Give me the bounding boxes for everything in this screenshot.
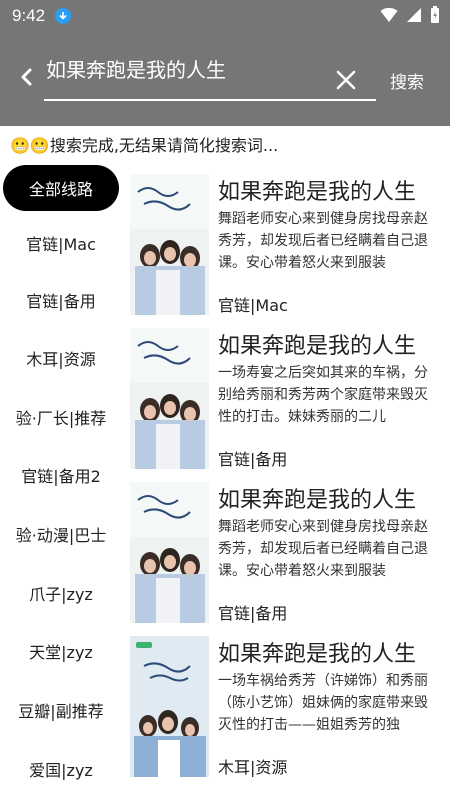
- result-title: 如果奔跑是我的人生: [218, 488, 417, 513]
- result-source: 官链|备用: [218, 450, 288, 469]
- battery-icon: [431, 6, 439, 23]
- result-description: 一场寿宴之后突如其来的车祸，分别给秀丽和秀芳两个家庭带来毁灭性的打击。妹妹秀丽的…: [218, 365, 428, 425]
- sidebar-item-label: 爱国|zyz: [29, 761, 93, 780]
- sidebar-item-guanlian-backup[interactable]: 官链|备用: [3, 277, 119, 323]
- result-card[interactable]: 如果奔跑是我的人生 舞蹈老师安心来到健身房找母亲赵秀芳，却发现后者已经瞒着自己退…: [128, 476, 450, 626]
- sidebar-item-label: 官链|备用2: [21, 467, 101, 486]
- search-underline: [44, 99, 376, 101]
- result-card[interactable]: 如果奔跑是我的人生 舞蹈老师安心来到健身房找母亲赵秀芳，却发现后者已经瞒着自己退…: [128, 168, 450, 318]
- sidebar-item-label: 豆瓣|副推荐: [18, 702, 104, 721]
- sidebar-item-label: 全部线路: [28, 180, 93, 199]
- poster-image: [130, 174, 209, 315]
- poster-image: [130, 636, 209, 777]
- sidebar-item-aiguo[interactable]: 爱国|zyz: [3, 746, 119, 792]
- poster-image: [130, 482, 209, 623]
- status-icons: [380, 6, 440, 24]
- sidebar-item-changzhang[interactable]: 验·厂长|推荐: [3, 394, 119, 440]
- download-icon: [55, 8, 72, 24]
- search-button[interactable]: 搜索: [390, 68, 424, 93]
- result-description: 舞蹈老师安心来到健身房找母亲赵秀芳，却发现后者已经瞒着自己退课。安心带着怒火来到…: [218, 519, 428, 579]
- search-status-message: 😬😬搜索完成,无结果请简化搜索词...: [10, 136, 279, 155]
- result-description: 一场车祸给秀芳（许娣饰）和秀丽（陈小艺饰）姐妹俩的家庭带来毁灭性的打击——姐姐秀…: [218, 673, 428, 733]
- sidebar-item-all[interactable]: 全部线路: [3, 165, 119, 211]
- sidebar-item-douban[interactable]: 豆瓣|副推荐: [3, 687, 119, 733]
- sidebar-item-label: 爪子|zyz: [29, 585, 93, 604]
- status-time: 9:42: [12, 6, 46, 25]
- sidebar-item-label: 天堂|zyz: [29, 643, 93, 662]
- search-input[interactable]: 如果奔跑是我的人生: [46, 54, 326, 83]
- sidebar-item-label: 官链|Mac: [26, 235, 96, 254]
- result-title: 如果奔跑是我的人生: [218, 642, 417, 667]
- sidebar-item-label: 木耳|资源: [26, 350, 96, 369]
- back-arrow-icon[interactable]: [16, 64, 38, 90]
- wifi-icon: [380, 7, 398, 22]
- result-description: 舞蹈老师安心来到健身房找母亲赵秀芳，却发现后者已经瞒着自己退课。安心带着怒火来到…: [218, 211, 428, 271]
- sidebar-item-zhuazi[interactable]: 爪子|zyz: [3, 570, 119, 616]
- result-source: 官链|Mac: [218, 296, 288, 315]
- sidebar-item-guanlian-backup2[interactable]: 官链|备用2: [3, 452, 119, 498]
- sidebar-item-guanlian-mac[interactable]: 官链|Mac: [3, 220, 119, 266]
- sidebar-item-anime-bus[interactable]: 验·动漫|巴士: [3, 511, 119, 557]
- signal-icon: [407, 8, 421, 22]
- sidebar-item-label: 验·动漫|巴士: [15, 526, 107, 545]
- result-title: 如果奔跑是我的人生: [218, 180, 417, 205]
- clear-icon[interactable]: [334, 68, 358, 92]
- sidebar-item-label: 验·厂长|推荐: [15, 409, 107, 428]
- result-source: 木耳|资源: [218, 758, 288, 777]
- status-bar: 9:42: [0, 0, 450, 32]
- sidebar-item-muer[interactable]: 木耳|资源: [3, 335, 119, 381]
- result-card[interactable]: 如果奔跑是我的人生 一场车祸给秀芳（许娣饰）和秀丽（陈小艺饰）姐妹俩的家庭带来毁…: [128, 630, 450, 780]
- sidebar-item-tiantang[interactable]: 天堂|zyz: [3, 628, 119, 674]
- poster-image: [130, 328, 209, 469]
- sidebar-item-label: 官链|备用: [26, 292, 96, 311]
- result-title: 如果奔跑是我的人生: [218, 334, 417, 359]
- result-card[interactable]: 如果奔跑是我的人生 一场寿宴之后突如其来的车祸，分别给秀丽和秀芳两个家庭带来毁灭…: [128, 322, 450, 472]
- result-source: 官链|备用: [218, 604, 288, 623]
